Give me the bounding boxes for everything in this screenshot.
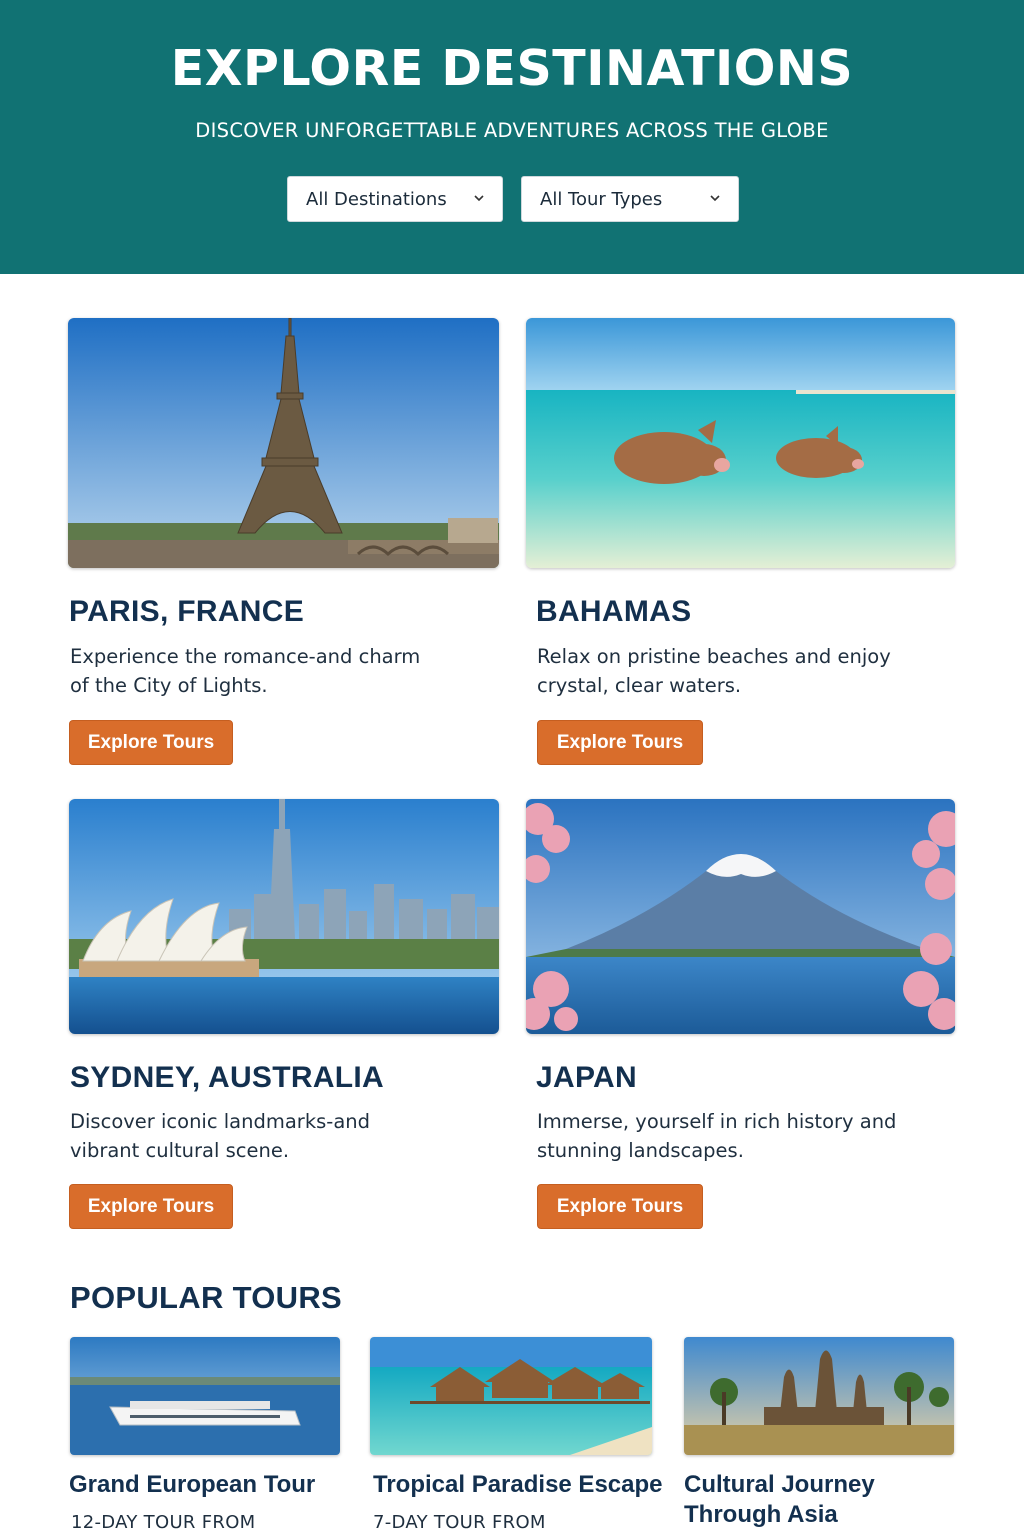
hero-banner: EXPLORE DESTINATIONS DISCOVER UNFORGETTA…: [0, 0, 1024, 274]
bahamas-image[interactable]: [526, 318, 955, 568]
explore-tours-button[interactable]: Explore Tours: [69, 1184, 233, 1229]
explore-tours-button[interactable]: Explore Tours: [537, 1184, 703, 1229]
destination-description: Experience the romance-and charm of the …: [70, 645, 421, 697]
tour-type-select-value: All Tour Types: [540, 188, 663, 210]
tour-duration: 7-DAY TOUR FROM: [373, 1512, 546, 1533]
japan-image[interactable]: [526, 799, 955, 1034]
tropical-paradise-escape-image[interactable]: [370, 1337, 652, 1455]
destination-description: Relax on pristine beaches and enjoy crys…: [537, 645, 891, 697]
destination-description: Immerse, yourself in rich history and st…: [537, 1110, 897, 1162]
tour-title[interactable]: Cultural Journey Through Asia: [684, 1470, 914, 1530]
tour-title[interactable]: Grand European Tour: [69, 1470, 349, 1500]
tour-title[interactable]: Tropical Paradise Escape: [373, 1470, 673, 1500]
grand-european-tour-image[interactable]: [70, 1337, 340, 1455]
tour-type-select[interactable]: All Tour Types: [521, 176, 739, 222]
popular-tours-heading: POPULAR TOURS: [70, 1280, 343, 1315]
destination-select[interactable]: All Destinations: [287, 176, 503, 222]
chevron-down-icon: [710, 195, 720, 202]
destination-select-value: All Destinations: [306, 188, 447, 210]
explore-tours-button[interactable]: Explore Tours: [69, 720, 233, 765]
destination-title: PARIS, FRANCE: [69, 595, 305, 628]
page-subtitle: DISCOVER UNFORGETTABLE ADVENTURES ACROSS…: [195, 119, 829, 142]
paris-image[interactable]: [68, 318, 499, 568]
destination-title: SYDNEY, AUSTRALIA: [70, 1061, 385, 1094]
sydney-image[interactable]: [69, 799, 499, 1034]
explore-tours-button[interactable]: Explore Tours: [537, 720, 703, 765]
destination-title: JAPAN: [536, 1061, 637, 1094]
cultural-journey-asia-image[interactable]: [684, 1337, 954, 1455]
page-title: EXPLORE DESTINATIONS: [170, 40, 854, 97]
tour-duration: 12-DAY TOUR FROM: [71, 1512, 256, 1533]
destination-description: Discover iconic landmarks-and vibrant cu…: [70, 1110, 371, 1162]
chevron-down-icon: [474, 195, 484, 202]
destination-title: BAHAMAS: [536, 595, 692, 628]
